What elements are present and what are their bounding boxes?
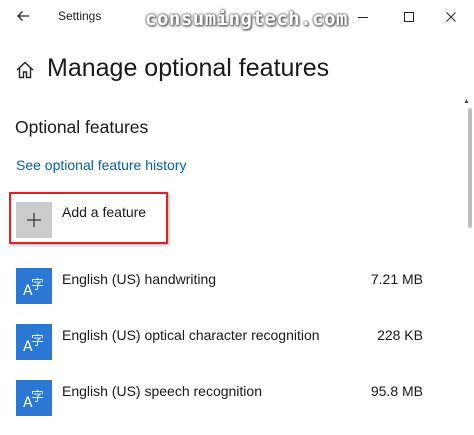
maximize-icon <box>404 11 414 22</box>
page-title: Manage optional features <box>47 54 330 82</box>
feature-item-speech[interactable]: A 字 English (US) speech recognition 95.8… <box>15 380 435 420</box>
svg-text:字: 字 <box>31 334 44 349</box>
language-feature-icon: A 字 <box>16 268 52 304</box>
back-arrow-icon <box>17 11 29 21</box>
feature-history-link[interactable]: See optional feature history <box>16 157 186 173</box>
feature-name: English (US) handwriting <box>62 271 217 287</box>
watermark: consumingtech.com <box>145 8 348 30</box>
svg-text:字: 字 <box>31 278 44 293</box>
section-title: Optional features <box>15 117 149 137</box>
feature-size: 95.8 MB <box>370 383 423 399</box>
scrollbar-thumb[interactable] <box>468 108 472 228</box>
svg-text:字: 字 <box>31 390 44 405</box>
home-icon[interactable] <box>15 60 35 80</box>
minimize-icon <box>358 16 368 18</box>
feature-item-handwriting[interactable]: A 字 English (US) handwriting 7.21 MB <box>15 268 435 308</box>
feature-size: 7.21 MB <box>370 271 423 287</box>
feature-item-ocr[interactable]: A 字 English (US) optical character recog… <box>15 324 435 364</box>
minimize-button[interactable] <box>340 0 386 33</box>
close-icon <box>446 11 456 22</box>
language-feature-icon: A 字 <box>16 380 52 416</box>
app-title: Settings <box>58 9 102 23</box>
close-button[interactable] <box>428 0 474 33</box>
add-feature-button[interactable]: Add a feature <box>15 202 165 240</box>
language-feature-icon: A 字 <box>16 324 52 360</box>
plus-icon <box>27 213 41 227</box>
maximize-button[interactable] <box>386 0 432 33</box>
add-feature-label: Add a feature <box>62 204 147 220</box>
scroll-up-arrow-icon[interactable]: ▲ <box>463 98 470 105</box>
title-bar: Settings consumingtech.com <box>0 0 474 33</box>
feature-size: 228 KB <box>377 327 423 343</box>
back-button[interactable] <box>10 4 36 28</box>
add-plus-tile <box>16 202 52 238</box>
feature-name: English (US) optical character recogniti… <box>62 327 320 343</box>
feature-name: English (US) speech recognition <box>62 383 262 399</box>
